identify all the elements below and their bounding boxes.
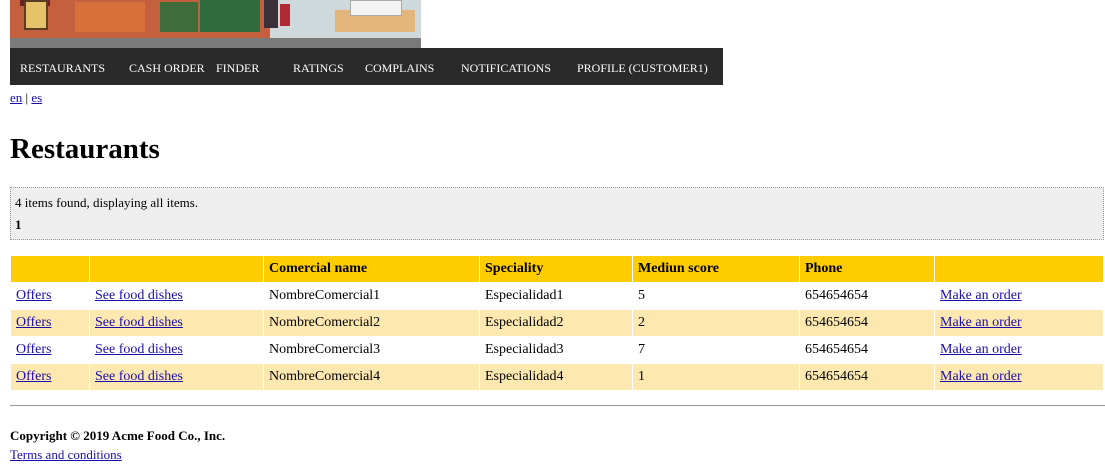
header-offers [10, 255, 90, 283]
nav-complains[interactable]: COMPLAINS [365, 61, 434, 76]
speciality-cell: Especialidad2 [479, 309, 633, 337]
terms-link[interactable]: Terms and conditions [10, 447, 122, 463]
see-food-dishes-link[interactable]: See food dishes [95, 288, 183, 303]
make-order-link[interactable]: Make an order [940, 315, 1022, 330]
offers-link[interactable]: Offers [16, 315, 52, 330]
offers-link[interactable]: Offers [16, 288, 52, 303]
offers-link[interactable]: Offers [16, 342, 52, 357]
nav-notifications[interactable]: NOTIFICATIONS [461, 61, 551, 76]
lang-en-link[interactable]: en [10, 90, 22, 105]
page-title: Restaurants [10, 133, 160, 165]
score-cell: 1 [632, 363, 800, 391]
items-found-text: 4 items found, displaying all items. [15, 195, 199, 210]
comercial-name-cell: NombreComercial2 [263, 309, 480, 337]
header-mediun-score: Mediun score [632, 255, 800, 283]
see-food-dishes-link[interactable]: See food dishes [95, 342, 183, 357]
nav-ratings[interactable]: RATINGS [293, 61, 344, 76]
speciality-cell: Especialidad4 [479, 363, 633, 391]
banner-image [10, 0, 421, 48]
make-order-link[interactable]: Make an order [940, 288, 1022, 303]
footer-divider [10, 405, 1105, 406]
table-row: Offers See food dishes NombreComercial4 … [10, 363, 1104, 391]
table-header-row: Comercial name Speciality Mediun score P… [10, 255, 1104, 283]
nav-restaurants[interactable]: RESTAURANTS [20, 61, 105, 76]
header-order [934, 255, 1104, 283]
nav-profile[interactable]: PROFILE (CUSTOMER1) [577, 61, 708, 76]
nav-finder[interactable]: FINDER [216, 61, 259, 76]
offers-link[interactable]: Offers [16, 369, 52, 384]
score-cell: 5 [632, 282, 800, 310]
score-cell: 7 [632, 336, 800, 364]
phone-cell: 654654654 [799, 309, 935, 337]
comercial-name-cell: NombreComercial3 [263, 336, 480, 364]
see-food-dishes-link[interactable]: See food dishes [95, 315, 183, 330]
phone-cell: 654654654 [799, 336, 935, 364]
lang-separator: | [25, 90, 29, 105]
language-switcher: en | es [10, 90, 42, 106]
speciality-cell: Especialidad3 [479, 336, 633, 364]
phone-cell: 654654654 [799, 282, 935, 310]
pagination-banner: 4 items found, displaying all items. 1 [10, 187, 1104, 240]
copyright-text: Copyright © 2019 Acme Food Co., Inc. [10, 428, 226, 443]
restaurants-table: Comercial name Speciality Mediun score P… [10, 255, 1104, 391]
score-cell: 2 [632, 309, 800, 337]
comercial-name-cell: NombreComercial4 [263, 363, 480, 391]
header-phone: Phone [799, 255, 935, 283]
table-row: Offers See food dishes NombreComercial1 … [10, 282, 1104, 310]
nav-cash-order[interactable]: CASH ORDER [129, 61, 205, 76]
table-row: Offers See food dishes NombreComercial2 … [10, 309, 1104, 337]
header-dishes [89, 255, 264, 283]
speciality-cell: Especialidad1 [479, 282, 633, 310]
see-food-dishes-link[interactable]: See food dishes [95, 369, 183, 384]
make-order-link[interactable]: Make an order [940, 342, 1022, 357]
phone-cell: 654654654 [799, 363, 935, 391]
make-order-link[interactable]: Make an order [940, 369, 1022, 384]
header-comercial-name: Comercial name [263, 255, 480, 283]
table-row: Offers See food dishes NombreComercial3 … [10, 336, 1104, 364]
comercial-name-cell: NombreComercial1 [263, 282, 480, 310]
header-speciality: Speciality [479, 255, 633, 283]
lang-es-link[interactable]: es [31, 90, 42, 105]
main-nav: RESTAURANTS CASH ORDER FINDER RATINGS CO… [10, 48, 723, 85]
current-page-number: 1 [15, 217, 22, 232]
